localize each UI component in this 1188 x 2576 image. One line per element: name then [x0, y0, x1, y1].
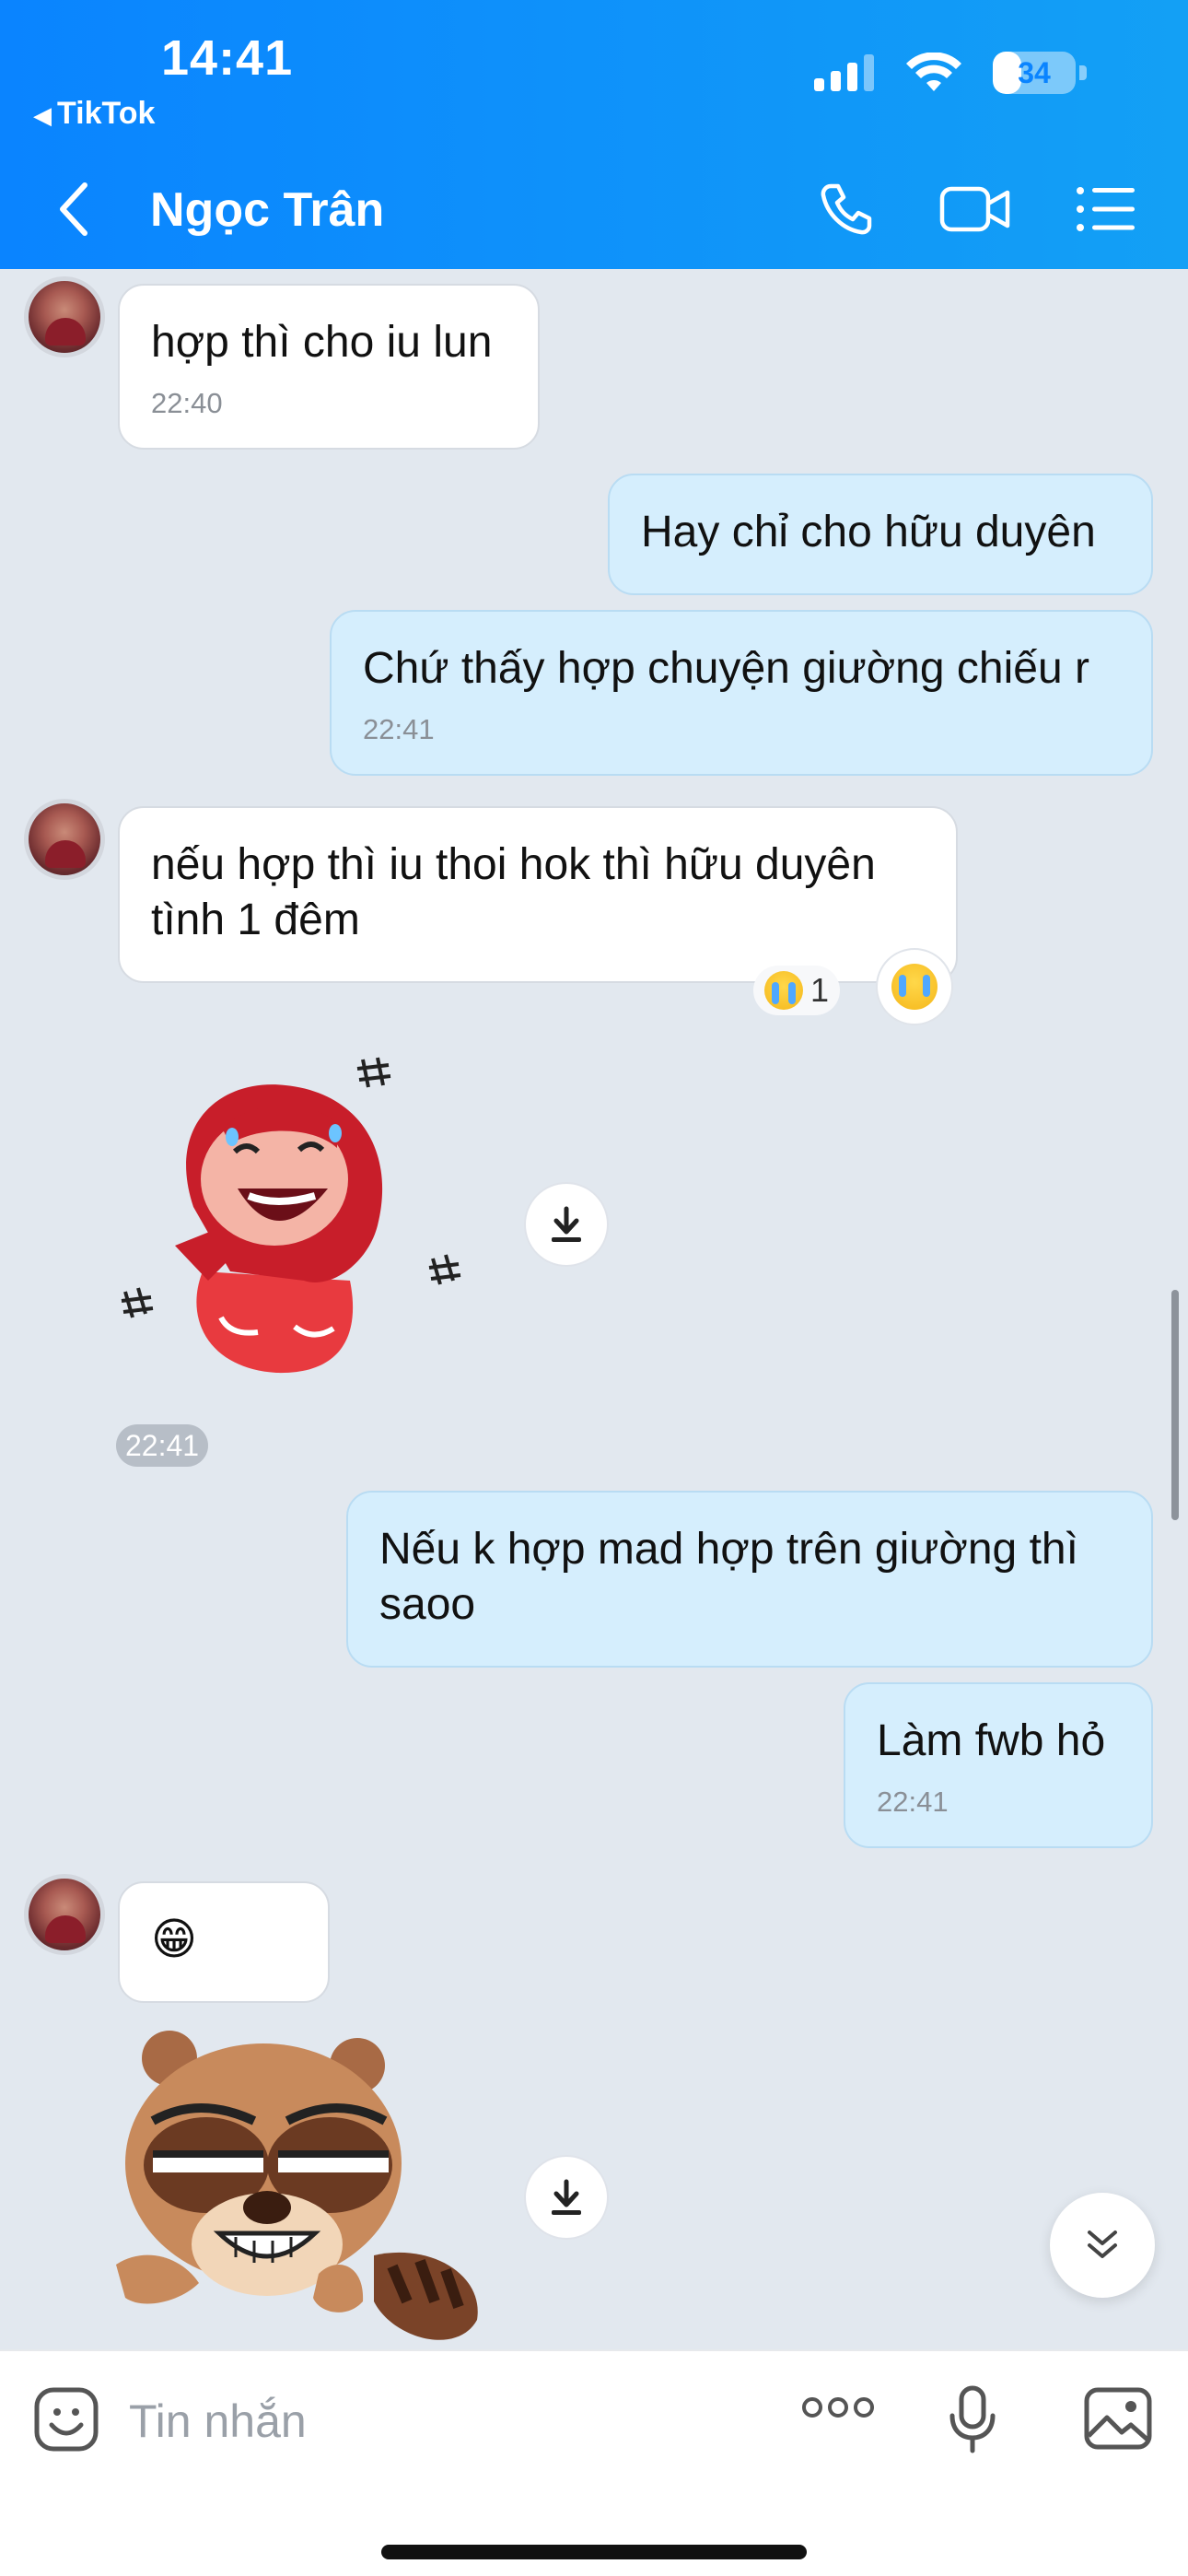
video-call-button[interactable]	[939, 183, 1011, 240]
more-options-button[interactable]	[801, 2395, 875, 2424]
home-indicator	[381, 2545, 807, 2559]
add-reaction-button[interactable]	[876, 948, 953, 1025]
download-icon	[552, 1206, 581, 1242]
send-image-button[interactable]	[1083, 2386, 1153, 2455]
raccoon-smirk-sticker-icon	[116, 2031, 478, 2340]
wifi-icon	[906, 53, 961, 91]
menu-button[interactable]	[1076, 185, 1135, 238]
message-composer	[0, 2349, 1188, 2576]
microphone-icon	[949, 2385, 996, 2453]
header-actions	[818, 181, 1135, 242]
menu-list-icon	[1077, 187, 1135, 231]
contact-avatar[interactable]	[24, 276, 105, 357]
scroll-to-bottom-button[interactable]	[1050, 2193, 1155, 2298]
signal-icon	[814, 54, 874, 91]
message-text: nếu hợp thì iu thoi hok thì hữu duyên tì…	[151, 840, 876, 944]
message-text: 😁	[151, 1915, 198, 1964]
message-time: 22:41	[363, 713, 435, 745]
back-to-app-link[interactable]: ◀ TikTok	[33, 96, 155, 132]
double-chevron-down-icon	[1088, 2231, 1117, 2258]
status-indicators: 34	[814, 52, 1087, 94]
message-text: Chứ thấy hợp chuyện giường chiếu r	[363, 644, 1089, 693]
back-triangle-icon: ◀	[33, 101, 52, 129]
message-time: 22:40	[151, 387, 223, 419]
message-bubble-outgoing[interactable]: Nếu k hợp mad hợp trên giường thì saoo	[346, 1491, 1153, 1668]
phone-icon	[821, 183, 872, 235]
reaction-count: 1	[810, 971, 830, 1009]
message-input[interactable]	[129, 2384, 737, 2458]
contact-avatar[interactable]	[24, 1874, 105, 1955]
message-bubble-outgoing[interactable]: Chứ thấy hợp chuyện giường chiếu r 22:41	[330, 610, 1153, 776]
download-sticker-button[interactable]	[524, 2155, 609, 2240]
message-time: 22:41	[877, 1786, 949, 1818]
battery-percent: 34	[1018, 55, 1051, 89]
scrollbar[interactable]	[1171, 1290, 1179, 1520]
sticker-time-chip: 22:41	[116, 1424, 209, 1467]
back-button[interactable]	[55, 180, 92, 243]
message-bubble-incoming[interactable]: 😁	[118, 1881, 330, 2003]
image-gallery-icon	[1084, 2387, 1152, 2450]
crying-face-icon	[891, 964, 938, 1010]
back-app-label: TikTok	[57, 96, 156, 131]
download-icon	[552, 2179, 581, 2215]
video-call-icon	[939, 186, 1010, 232]
voice-message-button[interactable]	[949, 2384, 996, 2459]
message-bubble-incoming[interactable]: nếu hợp thì iu thoi hok thì hữu duyên tì…	[118, 806, 958, 983]
contact-name[interactable]: Ngọc Trân	[150, 182, 384, 238]
battery-cap	[1079, 65, 1087, 80]
message-text: Làm fwb hỏ	[877, 1716, 1106, 1765]
sticker-raccoon[interactable]	[116, 2025, 503, 2349]
call-button[interactable]	[818, 181, 875, 242]
chat-header: 14:41 ◀ TikTok 34 Ngọc Trân	[0, 0, 1188, 269]
message-bubble-incoming[interactable]: hợp thì cho iu lun 22:40	[118, 284, 540, 450]
sticker-emoji-icon	[34, 2387, 99, 2452]
crying-face-icon	[764, 971, 803, 1010]
more-dots-icon	[802, 2397, 874, 2418]
reaction-count-badge[interactable]: 1	[753, 966, 841, 1015]
message-text: Hay chỉ cho hữu duyên	[641, 508, 1096, 556]
emoji-button[interactable]	[33, 2386, 99, 2457]
message-text: hợp thì cho iu lun	[151, 318, 493, 367]
contact-avatar[interactable]	[24, 799, 105, 880]
sticker-red-hood-girl[interactable]	[120, 1041, 488, 1391]
message-bubble-outgoing[interactable]: Hay chỉ cho hữu duyên	[608, 474, 1153, 595]
download-sticker-button[interactable]	[524, 1182, 609, 1267]
status-time: 14:41	[161, 30, 294, 86]
battery-icon: 34	[993, 52, 1076, 94]
message-list[interactable]: hợp thì cho iu lun 22:40 Hay chỉ cho hữu…	[0, 269, 1188, 2349]
message-bubble-outgoing[interactable]: Làm fwb hỏ 22:41	[844, 1682, 1153, 1848]
back-chevron-icon	[60, 182, 87, 236]
red-hood-girl-laughing-sticker-icon	[121, 1057, 461, 1374]
message-text: Nếu k hợp mad hợp trên giường thì saoo	[379, 1525, 1078, 1629]
